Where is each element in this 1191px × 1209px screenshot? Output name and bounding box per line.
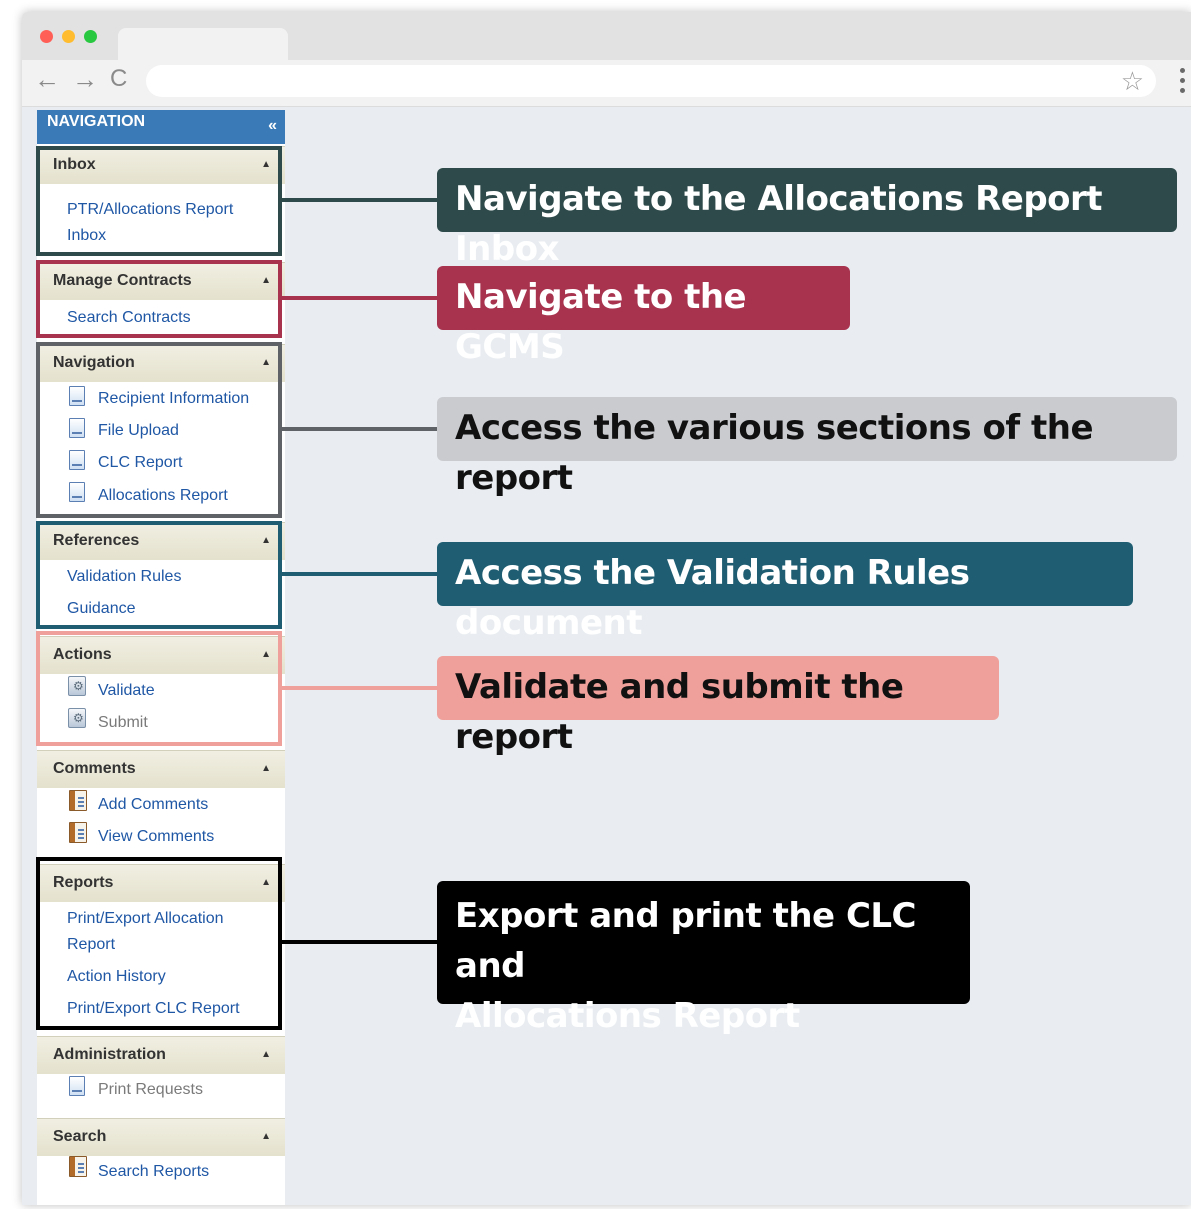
connector-line xyxy=(282,296,438,300)
connector-line xyxy=(282,940,438,944)
link-search-contracts[interactable]: Search Contracts xyxy=(67,305,191,331)
section-title: Actions xyxy=(53,646,112,663)
document-icon xyxy=(69,482,85,502)
browser-toolbar: ← → C ☆ xyxy=(22,60,1191,107)
document-icon xyxy=(69,386,85,406)
link-print-export-clc-report[interactable]: Print/Export CLC Report xyxy=(67,996,240,1022)
caret-up-icon: ▲ xyxy=(261,877,271,888)
back-arrow-icon[interactable]: ← xyxy=(34,64,60,94)
caret-up-icon: ▲ xyxy=(261,763,271,774)
caret-up-icon: ▲ xyxy=(261,1131,271,1142)
caret-up-icon: ▲ xyxy=(261,357,271,368)
section-header-reports[interactable]: Reports ▲ xyxy=(37,864,285,902)
book-icon xyxy=(69,790,87,811)
gear-document-icon xyxy=(68,708,86,728)
section-title: Manage Contracts xyxy=(53,272,192,289)
address-bar[interactable]: ☆ xyxy=(146,65,1156,97)
browser-tab[interactable] xyxy=(118,28,288,60)
navigation-header: NAVIGATION « xyxy=(37,110,285,144)
link-print-requests[interactable]: Print Requests xyxy=(98,1077,203,1103)
caret-up-icon: ▲ xyxy=(261,649,271,660)
connector-line xyxy=(282,198,438,202)
link-add-comments[interactable]: Add Comments xyxy=(98,792,208,818)
link-text-line: PTR/Allocations Report xyxy=(67,201,234,218)
navigation-title: NAVIGATION xyxy=(47,113,146,130)
connector-line xyxy=(282,427,438,431)
section-header-inbox[interactable]: Inbox ▲ xyxy=(37,146,285,184)
caret-up-icon: ▲ xyxy=(261,535,271,546)
book-icon xyxy=(69,822,87,843)
document-icon xyxy=(69,450,85,470)
section-title: Inbox xyxy=(53,156,96,173)
link-submit[interactable]: Submit xyxy=(98,710,148,736)
book-icon xyxy=(69,1156,87,1177)
callout-text-line: Export and print the CLC and xyxy=(455,896,917,986)
caret-up-icon: ▲ xyxy=(261,275,271,286)
collapse-icon[interactable]: « xyxy=(268,117,277,135)
link-ptr-allocations-inbox[interactable]: PTR/Allocations Report Inbox xyxy=(67,197,233,249)
section-header-search[interactable]: Search ▲ xyxy=(37,1118,285,1156)
callout-export-print: Export and print the CLC and Allocations… xyxy=(437,881,970,1036)
link-text-line: Print/Export Allocation xyxy=(67,910,224,927)
callout-report-sections: Access the various sections of the repor… xyxy=(437,397,1177,498)
section-title: Comments xyxy=(53,760,136,777)
section-header-references[interactable]: References ▲ xyxy=(37,522,285,560)
link-validation-rules[interactable]: Validation Rules xyxy=(67,564,181,590)
link-text-line: Report xyxy=(67,936,116,953)
section-title: Reports xyxy=(53,874,114,891)
section-header-actions[interactable]: Actions ▲ xyxy=(37,636,285,674)
connector-line xyxy=(282,686,438,690)
link-search-reports[interactable]: Search Reports xyxy=(98,1159,209,1185)
callout-allocations-inbox: Navigate to the Allocations Report Inbox xyxy=(437,168,1177,269)
document-icon xyxy=(69,418,85,438)
link-clc-report[interactable]: CLC Report xyxy=(98,450,182,476)
forward-arrow-icon[interactable]: → xyxy=(72,64,98,94)
link-file-upload[interactable]: File Upload xyxy=(98,418,179,444)
section-header-administration[interactable]: Administration ▲ xyxy=(37,1036,285,1074)
link-guidance[interactable]: Guidance xyxy=(67,596,136,622)
title-bar xyxy=(22,12,1191,60)
callout-gcms: Navigate to the GCMS xyxy=(437,266,850,367)
bookmark-star-icon[interactable]: ☆ xyxy=(1121,66,1144,96)
section-header-navigation[interactable]: Navigation ▲ xyxy=(37,344,285,382)
section-title: Administration xyxy=(53,1046,166,1063)
section-header-manage-contracts[interactable]: Manage Contracts ▲ xyxy=(37,262,285,300)
link-allocations-report[interactable]: Allocations Report xyxy=(98,483,228,509)
callout-validation-rules: Access the Validation Rules document xyxy=(437,542,1133,643)
reload-icon[interactable]: C xyxy=(110,64,127,94)
section-header-comments[interactable]: Comments ▲ xyxy=(37,750,285,788)
link-recipient-information[interactable]: Recipient Information xyxy=(98,386,249,412)
navigation-panel: NAVIGATION « Inbox ▲ PTR/Allocations Rep… xyxy=(37,110,285,1205)
section-title: Navigation xyxy=(53,354,135,371)
section-title: References xyxy=(53,532,140,549)
browser-window: ← → C ☆ NAVIGATION « Inbox ▲ PTR/Allocat… xyxy=(22,12,1191,1205)
section-title: Search xyxy=(53,1128,107,1145)
minimize-window-dot[interactable] xyxy=(62,30,75,43)
gear-document-icon xyxy=(68,676,86,696)
link-validate[interactable]: Validate xyxy=(98,678,155,704)
link-action-history[interactable]: Action History xyxy=(67,964,166,990)
caret-up-icon: ▲ xyxy=(261,1049,271,1060)
document-icon xyxy=(69,1076,85,1096)
callout-validate-submit: Validate and submit the report xyxy=(437,656,999,757)
link-view-comments[interactable]: View Comments xyxy=(98,824,214,850)
link-print-export-allocation-report[interactable]: Print/Export Allocation Report xyxy=(67,906,224,958)
link-text-line: Inbox xyxy=(67,227,107,244)
maximize-window-dot[interactable] xyxy=(84,30,97,43)
menu-kebab-icon[interactable] xyxy=(1180,68,1186,98)
close-window-dot[interactable] xyxy=(40,30,53,43)
connector-line xyxy=(282,572,438,576)
caret-up-icon: ▲ xyxy=(261,159,271,170)
callout-text-line: Allocations Report xyxy=(455,996,800,1036)
